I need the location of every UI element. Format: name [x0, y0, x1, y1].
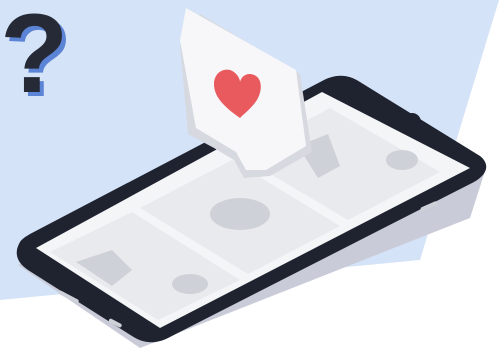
illustration-canvas: ? ? [0, 0, 499, 362]
phone-illustration: ? ? [0, 0, 499, 348]
question-mark-glyph: ? [0, 0, 68, 116]
question-mark-icon: ? ? [0, 0, 72, 120]
circle-shape [210, 198, 270, 230]
circle-shape [386, 150, 418, 170]
front-camera [403, 113, 421, 131]
circle-shape [172, 274, 208, 294]
